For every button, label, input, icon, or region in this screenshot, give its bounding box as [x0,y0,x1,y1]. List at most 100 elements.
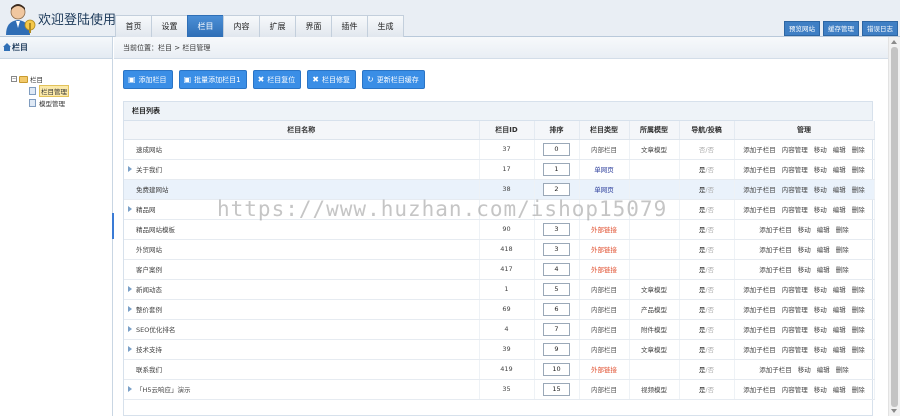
vertical-scrollbar[interactable] [888,37,900,416]
delete-link[interactable]: 删除 [836,246,849,254]
edit-link[interactable]: 编辑 [833,346,846,354]
top-right-button[interactable]: 预览网站 [784,21,820,36]
table-row[interactable]: 新闻动态 1 5 内部栏目 文章模型 是/否 添加子栏目 内容管理 移动 编辑 删除 [124,279,875,300]
sort-input[interactable]: 3 [543,242,570,256]
content-manage-link[interactable]: 内容管理 [782,386,808,394]
delete-link[interactable]: 删除 [852,146,865,154]
table-row[interactable]: 联系我们 419 10 外部链接 是/否 添加子栏目 移动 编辑 删除 [124,359,875,380]
sort-input[interactable]: 6 [543,302,570,316]
scroll-thumb[interactable] [891,47,898,407]
tree-root[interactable]: − 栏目 [11,73,112,85]
move-link[interactable]: 移动 [814,346,827,354]
sort-input[interactable]: 15 [543,382,570,396]
edit-link[interactable]: 编辑 [833,206,846,214]
table-row[interactable]: 客户案例 417 4 外部链接 是/否 添加子栏目 移动 编辑 删除 [124,259,875,280]
sort-input[interactable]: 4 [543,262,570,276]
sort-input[interactable]: 1 [543,162,570,176]
nav-tab[interactable]: 插件 [331,15,368,37]
delete-link[interactable]: 删除 [852,346,865,354]
add-child-link[interactable]: 添加子栏目 [743,186,776,194]
delete-link[interactable]: 删除 [836,366,849,374]
content-manage-link[interactable]: 内容管理 [782,186,808,194]
table-row[interactable]: SEO优化排名 4 7 内部栏目 附件模型 是/否 添加子栏目 内容管理 移动 编辑 删除 [124,319,875,340]
sort-input[interactable]: 5 [543,282,570,296]
table-row[interactable]: 速成网站 37 0 内部栏目 文章模型 否/否 添加子栏目 内容管理 移动 编辑 删除 [124,139,875,160]
content-manage-link[interactable]: 内容管理 [782,146,808,154]
table-row[interactable]: 免费建网站 38 2 单网页 是/否 添加子栏目 内容管理 移动 编辑 删除 [124,179,875,200]
edit-link[interactable]: 编辑 [817,366,830,374]
add-child-link[interactable]: 添加子栏目 [743,166,776,174]
table-row[interactable]: 「H5云响应」演示 35 15 内部栏目 视频模型 是/否 添加子栏目 内容管理 移动 编辑 删除 [124,379,875,400]
expand-arrow-icon[interactable] [128,385,132,392]
content-manage-link[interactable]: 内容管理 [782,286,808,294]
content-manage-link[interactable]: 内容管理 [782,306,808,314]
expand-arrow-icon[interactable] [128,325,132,332]
nav-tab[interactable]: 扩展 [259,15,296,37]
post-status[interactable]: 否 [708,226,715,234]
content-manage-link[interactable]: 内容管理 [782,206,808,214]
add-child-link[interactable]: 添加子栏目 [743,306,776,314]
top-right-button[interactable]: 缓存管理 [823,21,859,36]
table-row[interactable]: 精品网 是/否 添加子栏目 内容管理 移动 编辑 删除 [124,199,875,220]
post-status[interactable]: 否 [708,186,715,194]
sort-input[interactable]: 10 [543,362,570,376]
add-child-link[interactable]: 添加子栏目 [759,366,792,374]
sort-input[interactable]: 3 [543,222,570,236]
move-link[interactable]: 移动 [798,366,811,374]
post-status[interactable]: 否 [708,266,715,274]
table-row[interactable]: 精品网站模板 90 3 外部链接 是/否 添加子栏目 移动 编辑 删除 [124,219,875,240]
add-child-link[interactable]: 添加子栏目 [759,226,792,234]
post-status[interactable]: 否 [708,206,715,214]
batch-add-category-button[interactable]: ▣ 批量添加栏目1 [178,70,247,89]
delete-link[interactable]: 删除 [852,166,865,174]
move-link[interactable]: 移动 [814,286,827,294]
move-link[interactable]: 移动 [798,246,811,254]
move-link[interactable]: 移动 [814,146,827,154]
collapse-icon[interactable]: − [11,76,17,82]
delete-link[interactable]: 删除 [852,286,865,294]
edit-link[interactable]: 编辑 [833,166,846,174]
add-child-link[interactable]: 添加子栏目 [743,326,776,334]
content-manage-link[interactable]: 内容管理 [782,326,808,334]
add-child-link[interactable]: 添加子栏目 [743,386,776,394]
sort-input[interactable]: 7 [543,322,570,336]
table-row[interactable]: 外贸网站 418 3 外部链接 是/否 添加子栏目 移动 编辑 删除 [124,239,875,260]
update-cache-button[interactable]: ↻ 更新栏目缓存 [362,70,425,89]
add-child-link[interactable]: 添加子栏目 [743,206,776,214]
scroll-down-arrow-icon[interactable] [891,409,897,413]
edit-link[interactable]: 编辑 [817,226,830,234]
add-child-link[interactable]: 添加子栏目 [759,266,792,274]
nav-tab[interactable]: 首页 [115,15,152,37]
nav-tab[interactable]: 内容 [223,15,260,37]
move-link[interactable]: 移动 [814,166,827,174]
move-link[interactable]: 移动 [814,206,827,214]
post-status[interactable]: 否 [708,366,715,374]
content-manage-link[interactable]: 内容管理 [782,166,808,174]
edit-link[interactable]: 编辑 [833,326,846,334]
edit-link[interactable]: 编辑 [833,186,846,194]
scroll-up-arrow-icon[interactable] [891,40,897,44]
edit-link[interactable]: 编辑 [833,146,846,154]
delete-link[interactable]: 删除 [852,306,865,314]
post-status[interactable]: 否 [708,146,715,154]
post-status[interactable]: 否 [708,306,715,314]
content-manage-link[interactable]: 内容管理 [782,346,808,354]
post-status[interactable]: 否 [708,386,715,394]
move-link[interactable]: 移动 [814,306,827,314]
expand-arrow-icon[interactable] [128,205,132,212]
edit-link[interactable]: 编辑 [817,246,830,254]
delete-link[interactable]: 删除 [852,186,865,194]
delete-link[interactable]: 删除 [852,326,865,334]
expand-arrow-icon[interactable] [128,345,132,352]
sort-input[interactable]: 9 [543,342,570,356]
delete-link[interactable]: 删除 [852,386,865,394]
post-status[interactable]: 否 [708,166,715,174]
move-link[interactable]: 移动 [814,326,827,334]
table-row[interactable]: 整价套例 69 6 内部栏目 产品模型 是/否 添加子栏目 内容管理 移动 编辑 删除 [124,299,875,320]
delete-link[interactable]: 删除 [836,266,849,274]
table-row[interactable]: 技术支持 39 9 内部栏目 文章模型 是/否 添加子栏目 内容管理 移动 编辑 删除 [124,339,875,360]
delete-link[interactable]: 删除 [852,206,865,214]
sort-input[interactable]: 0 [543,142,570,156]
edit-link[interactable]: 编辑 [833,386,846,394]
move-link[interactable]: 移动 [798,266,811,274]
